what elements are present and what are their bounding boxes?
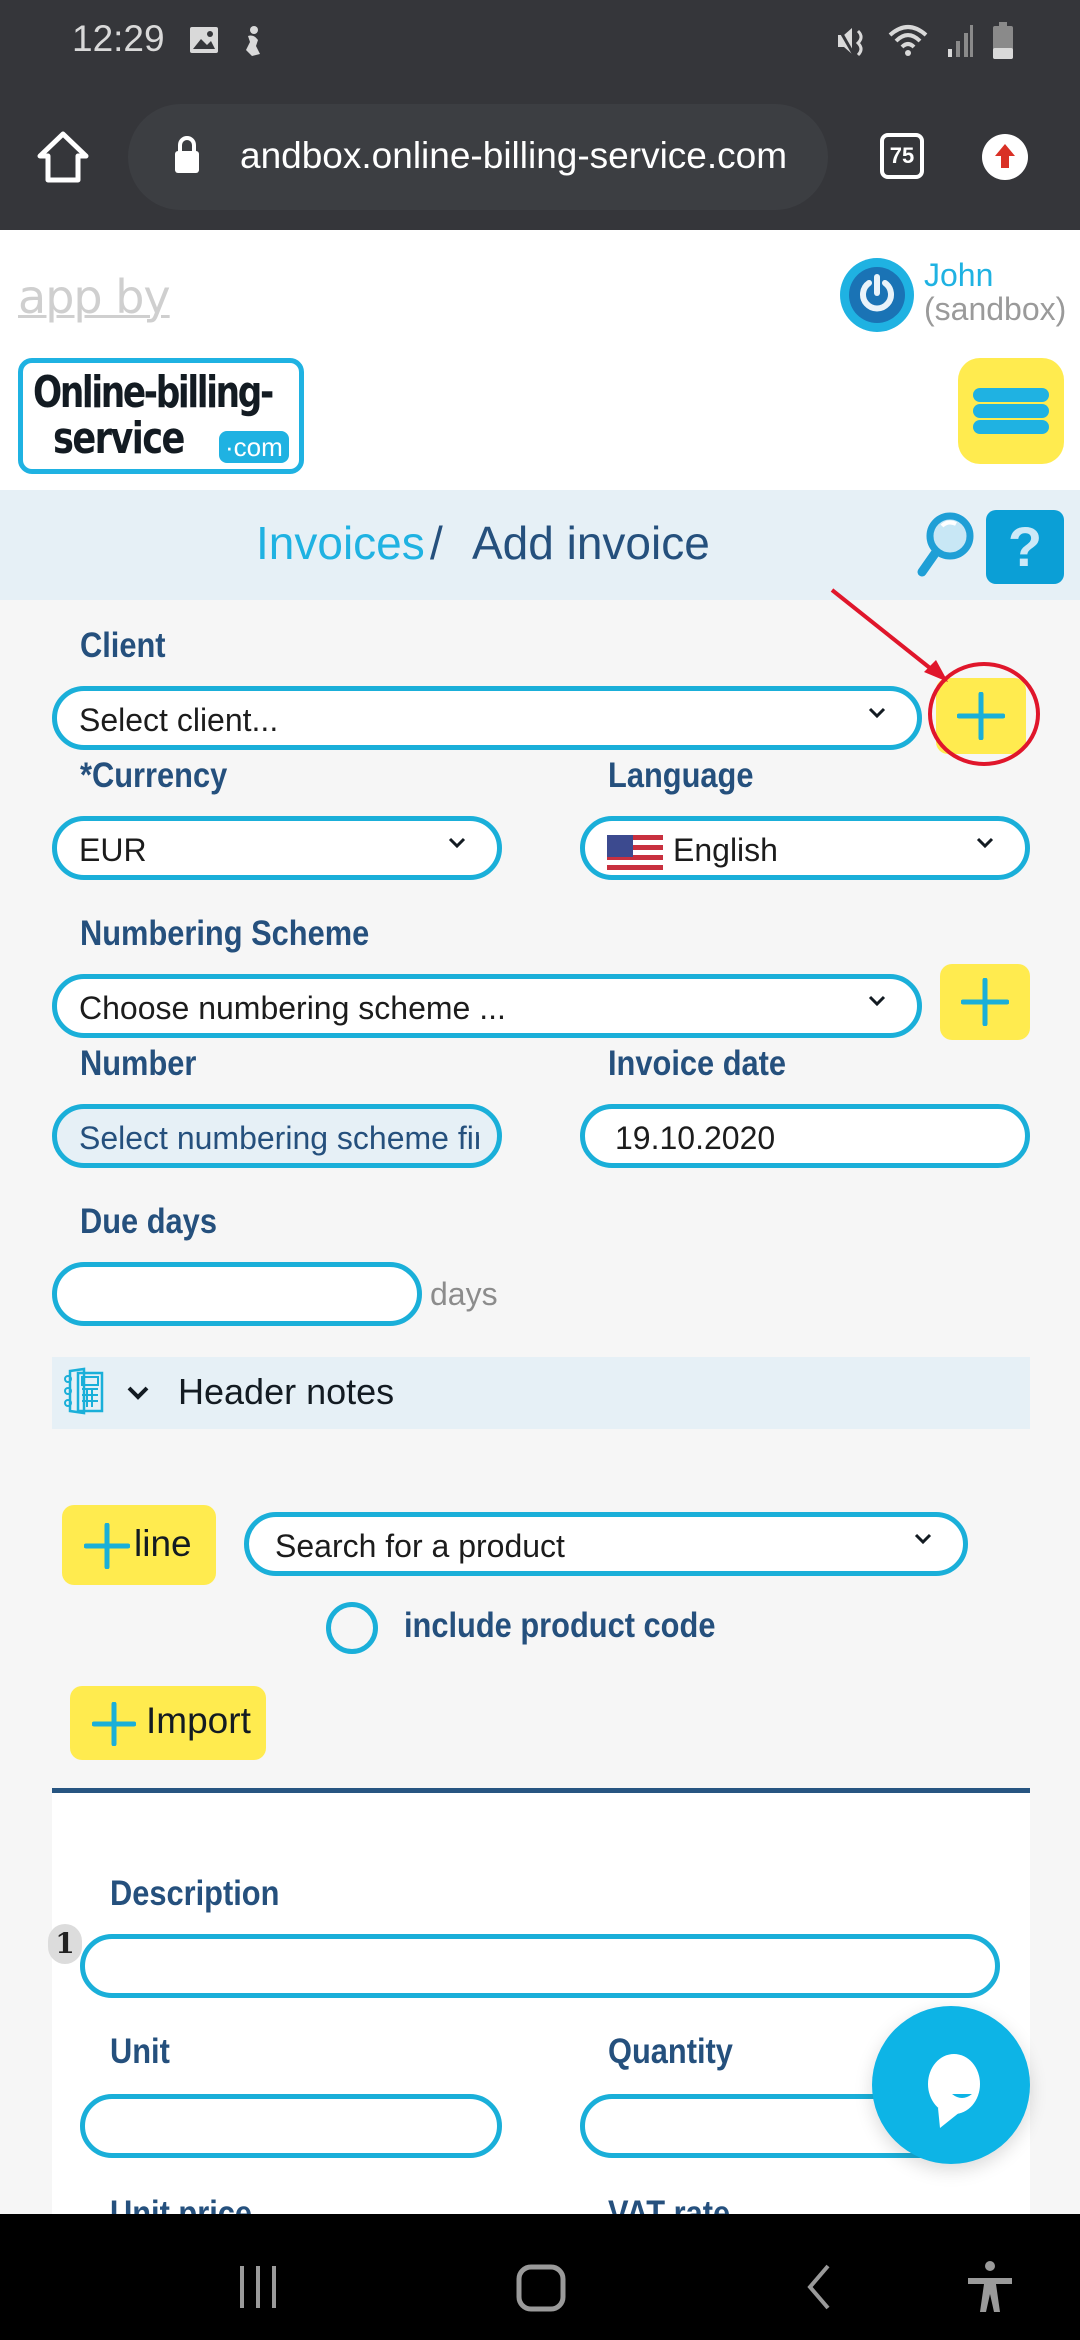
due-days-label: Due days — [80, 1202, 217, 1241]
tab-switcher-button[interactable]: 75 — [880, 133, 924, 179]
invoice-date-label: Invoice date — [608, 1044, 787, 1083]
chevron-down-icon — [448, 837, 466, 849]
chat-button[interactable] — [872, 2006, 1030, 2164]
help-button[interactable]: ? — [986, 510, 1064, 584]
page-title: Add invoice — [472, 517, 710, 569]
chevron-down-icon — [868, 707, 886, 719]
line-number-badge: 1 — [48, 1924, 82, 1964]
plus-icon — [92, 1702, 136, 1746]
product-search-value: Search for a product — [275, 1528, 565, 1564]
plus-icon — [957, 692, 1005, 740]
add-line-label: line — [134, 1523, 192, 1564]
signal-icon — [948, 25, 973, 57]
search-icon — [917, 512, 974, 577]
language-select-value: English — [673, 832, 778, 868]
required-mark: * — [80, 756, 92, 795]
language-label: Language — [608, 756, 754, 795]
mute-icon — [836, 26, 863, 57]
currency-label: *Currency — [80, 756, 228, 795]
chat-bubble-icon — [928, 2054, 980, 2128]
battery-icon — [993, 22, 1013, 59]
unit-input[interactable] — [80, 2094, 502, 2158]
arrow-up-icon — [995, 144, 1015, 168]
product-search-select[interactable]: Search for a product — [244, 1512, 968, 1576]
numbering-scheme-label: Numbering Scheme — [80, 914, 370, 953]
search-button[interactable] — [914, 510, 976, 582]
line-items-card — [52, 1788, 1030, 2238]
user-account-type: (sandbox) — [924, 291, 1067, 327]
add-line-button[interactable]: line — [62, 1505, 216, 1585]
power-icon — [860, 274, 894, 312]
invoice-date-input[interactable]: 19.10.2020 — [580, 1104, 1030, 1168]
client-select[interactable]: Select client... — [52, 686, 922, 750]
quantity-label: Quantity — [608, 2032, 733, 2071]
android-nav-bar — [0, 2214, 1080, 2340]
chevron-down-icon — [127, 1386, 149, 1400]
numbering-scheme-select-value: Choose numbering scheme ... — [79, 990, 506, 1026]
number-input-placeholder: Select numbering scheme first — [79, 1120, 479, 1156]
browser-chrome: 12:29 andbox.online-billing-service.com … — [0, 0, 1080, 230]
currency-select[interactable]: EUR — [52, 816, 502, 880]
breadcrumb-separator: / — [430, 517, 443, 569]
site-header: app by Online-billing- service ·com John… — [0, 230, 1080, 490]
us-flag-icon — [607, 835, 663, 873]
status-time: 12:29 — [72, 18, 165, 59]
recent-apps-icon[interactable] — [236, 2264, 282, 2310]
logo-com-badge: ·com — [219, 431, 289, 463]
home-nav-icon[interactable] — [516, 2264, 566, 2312]
unit-label: Unit — [110, 2032, 170, 2071]
number-label: Number — [80, 1044, 197, 1083]
header-notes-label: Header notes — [178, 1371, 395, 1412]
home-icon[interactable] — [36, 130, 90, 184]
lock-icon — [175, 136, 199, 173]
notebook-icon — [64, 1367, 104, 1415]
plus-icon — [961, 978, 1009, 1026]
update-button[interactable] — [982, 134, 1028, 180]
accessibility-icon[interactable] — [966, 2260, 1014, 2314]
wifi-icon — [888, 25, 928, 56]
description-label: Description — [110, 1874, 280, 1913]
client-select-value: Select client... — [79, 702, 279, 738]
plus-icon — [84, 1523, 130, 1569]
app-by-label: app by — [18, 270, 171, 324]
back-icon[interactable] — [804, 2264, 834, 2310]
due-days-input[interactable] — [52, 1262, 422, 1326]
import-label: Import — [146, 1700, 251, 1741]
user-name[interactable]: John — [924, 258, 993, 292]
logo-text-line2: service — [53, 413, 185, 464]
add-numbering-scheme-button[interactable] — [940, 964, 1030, 1040]
description-input[interactable] — [80, 1934, 1000, 1998]
include-product-code-label[interactable]: include product code — [404, 1606, 715, 1646]
language-select[interactable]: English — [580, 816, 1030, 880]
breadcrumb: Invoices / Add invoice ? — [0, 490, 1080, 600]
client-label: Client — [80, 626, 166, 665]
invoice-date-value: 19.10.2020 — [615, 1120, 776, 1156]
include-product-code-radio[interactable] — [326, 1602, 378, 1654]
add-client-button[interactable] — [936, 678, 1026, 754]
image-icon — [190, 27, 218, 53]
number-input[interactable]: Select numbering scheme first — [52, 1104, 502, 1168]
import-button[interactable]: Import — [70, 1686, 266, 1760]
hamburger-menu-button[interactable] — [958, 358, 1064, 464]
user-avatar[interactable] — [840, 258, 914, 332]
currency-select-value: EUR — [79, 832, 147, 868]
notification-icon — [246, 26, 260, 56]
due-days-suffix: days — [430, 1276, 498, 1312]
logo-text-line1: Online-billing- — [33, 367, 274, 418]
header-notes-toggle[interactable]: Header notes — [52, 1357, 1030, 1429]
breadcrumb-invoices-link[interactable]: Invoices — [256, 516, 425, 570]
chevron-down-icon — [914, 1533, 932, 1545]
chevron-down-icon — [868, 995, 886, 1007]
url-text[interactable]: andbox.online-billing-service.com — [240, 135, 787, 177]
numbering-scheme-select[interactable]: Choose numbering scheme ... — [52, 974, 922, 1038]
logo[interactable]: Online-billing- service ·com — [18, 358, 304, 474]
chevron-down-icon — [976, 837, 994, 849]
